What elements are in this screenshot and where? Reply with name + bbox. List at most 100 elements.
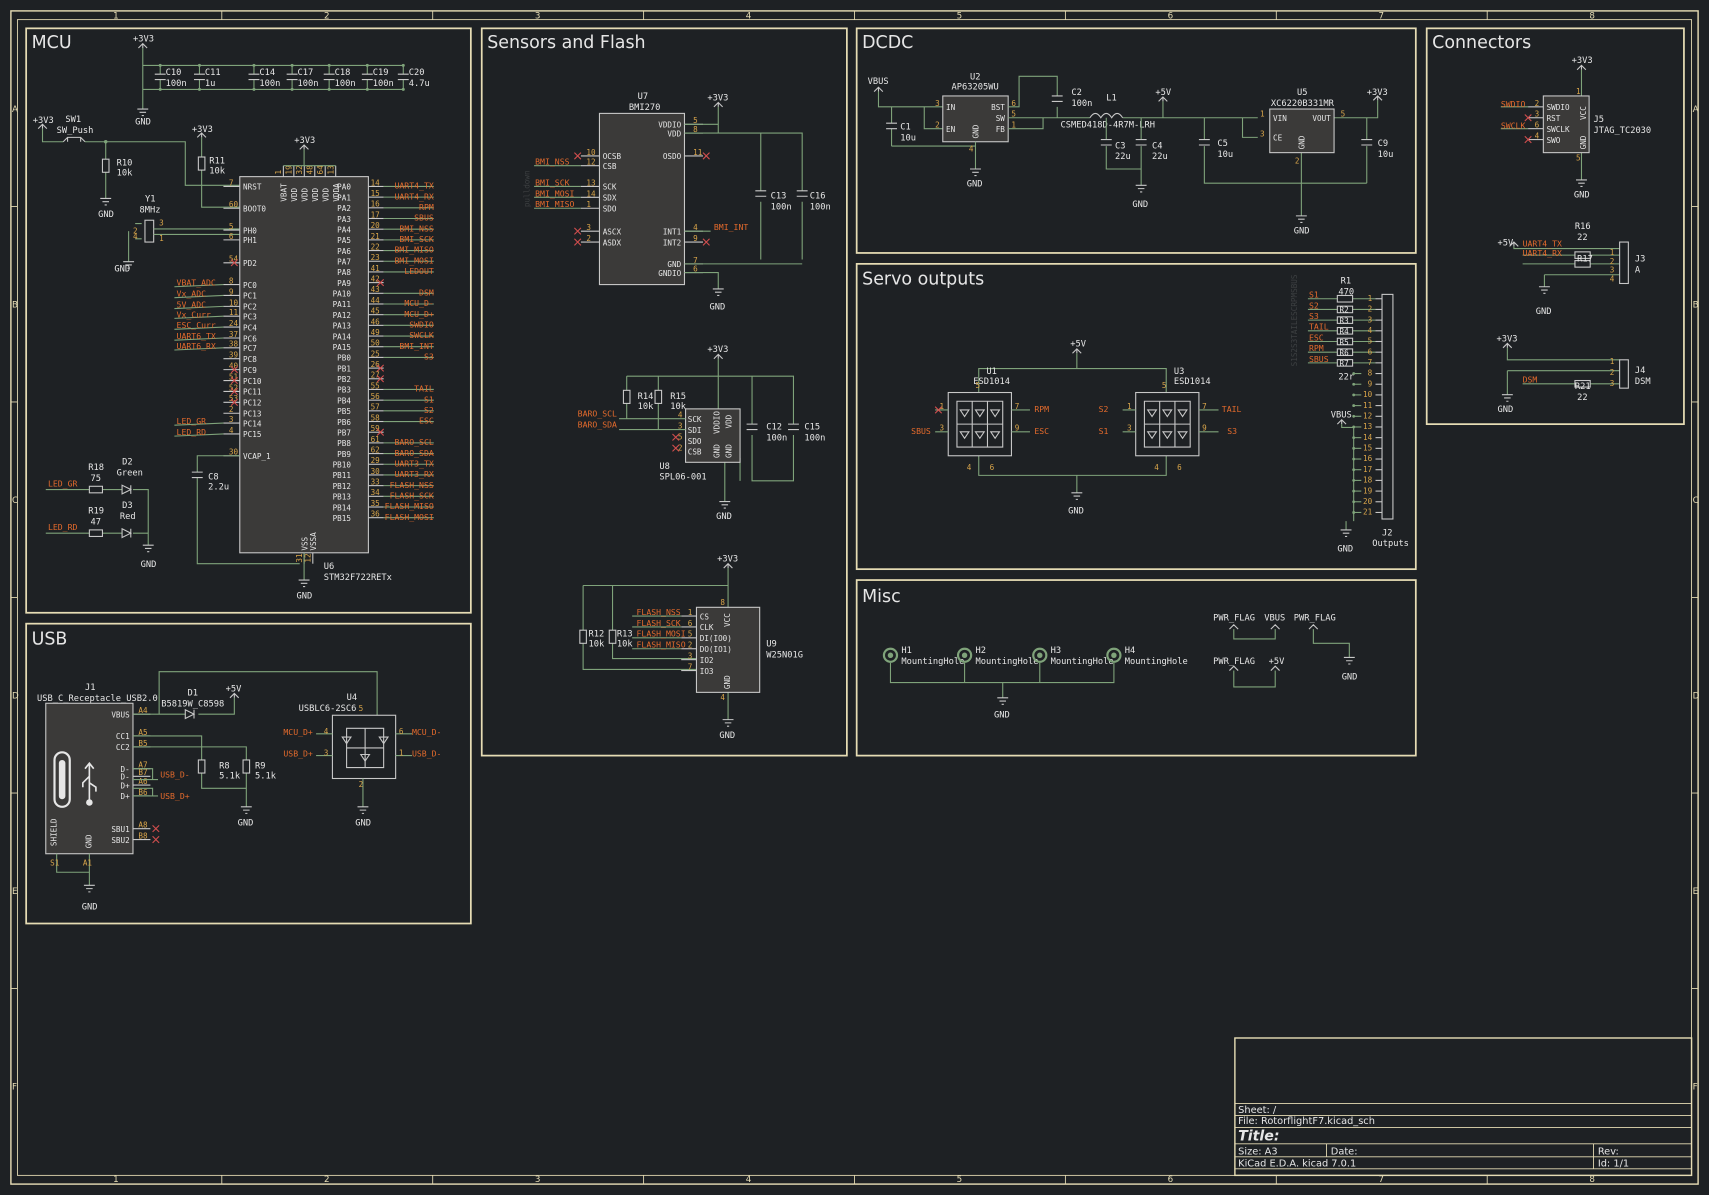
svg-text:GND: GND (1068, 507, 1084, 517)
svg-text:22: 22 (1577, 233, 1587, 243)
u6-pin-number: 42 (371, 275, 380, 284)
svg-text:SWCLK: SWCLK (1501, 121, 1526, 131)
svg-text:PWR_FLAG: PWR_FLAG (1213, 657, 1255, 667)
u6-pin-name: VDD (311, 188, 320, 202)
servo-net-label: TAIL (1309, 322, 1329, 332)
u6-pin-name: PA6 (337, 247, 351, 256)
svg-text:GND: GND (1498, 405, 1514, 415)
u2-pin-name: FB (996, 125, 1006, 134)
svg-text:4: 4 (1154, 463, 1159, 472)
svg-text:VBUS: VBUS (1331, 411, 1352, 421)
svg-text:10u: 10u (1378, 150, 1394, 160)
u6-pin-name: PC6 (243, 334, 257, 343)
j1-pin-number: B8 (138, 831, 148, 840)
cap-ref: C11 (205, 68, 221, 78)
svg-text:Y1: Y1 (145, 195, 155, 205)
svg-text:4: 4 (967, 463, 972, 472)
u6-net-label: BMI_MOSI (394, 255, 433, 265)
svg-text:USB_D+: USB_D+ (283, 749, 313, 759)
svg-text:22: 22 (1577, 393, 1587, 403)
u6-pin-number: 4 (229, 426, 234, 435)
u6-pin-name: PC8 (243, 355, 257, 364)
svg-text:A1: A1 (83, 859, 93, 868)
u2-pin-name: BST (991, 103, 1005, 112)
svg-text:22u: 22u (1152, 152, 1168, 162)
cap-value: 4.7u (409, 79, 430, 89)
title-block-title: Title: (1238, 1128, 1279, 1144)
u8-pin-name: SDI (688, 426, 702, 435)
j2-pin-number: 11 (1363, 401, 1373, 410)
u6-pin-number: 55 (371, 381, 380, 390)
svg-text:S1: S1 (1099, 426, 1109, 436)
j1-pin-name: CC1 (116, 732, 130, 741)
j5-pin-name: SWCLK (1547, 125, 1570, 134)
u6-pin-name: PH0 (243, 226, 257, 235)
ruler-row-label: D (12, 692, 19, 702)
u6-pin-number: 30 (371, 467, 381, 476)
u6-pin-number: 5 (229, 222, 234, 231)
u9-net-label: FLASH_SCK (637, 618, 681, 628)
u6-pin-name: PA15 (333, 343, 351, 352)
u6-pin-name: PC7 (243, 344, 257, 353)
u6-pin-name: PB14 (333, 503, 352, 512)
u6-net-label: Vx_Curr (177, 309, 211, 319)
u6-net-label: ESC (419, 416, 434, 426)
ruler-column-label: 6 (1168, 12, 1174, 22)
svg-text:C15: C15 (804, 423, 820, 433)
u6-pin-name: VDD (301, 188, 310, 202)
svg-text:GND: GND (114, 264, 130, 274)
svg-text:100n: 100n (771, 202, 792, 212)
u6-pin-number: 1 (274, 169, 283, 174)
u6-pin-number: 19 (285, 165, 294, 175)
ruler-column-label: 8 (1589, 12, 1595, 22)
svg-text:GND: GND (296, 592, 312, 602)
ruler-column-label: 3 (535, 12, 541, 22)
u6-pin-name: PA7 (337, 258, 351, 267)
svg-text:1: 1 (1610, 248, 1615, 257)
u6-pin-name: PA10 (333, 290, 352, 299)
u6-pin-name: PA1 (337, 193, 351, 202)
u5-pin-name: VIN (1273, 114, 1287, 123)
u6-pin-name: PA2 (337, 204, 351, 213)
u6-net-label: BMI_INT (399, 341, 433, 351)
title-block-id: Id: 1/1 (1598, 1159, 1629, 1170)
servo-resistor-ref: R6 (1340, 348, 1350, 357)
svg-text:R9: R9 (255, 762, 265, 772)
u6-pin-name: NRST (243, 183, 262, 192)
svg-text:PWR_FLAG: PWR_FLAG (1294, 613, 1336, 623)
j1-pin-number: A8 (138, 821, 148, 830)
svg-text:STM32F722RETx: STM32F722RETx (324, 573, 392, 583)
u6-pin-number: 48 (306, 165, 315, 175)
j2-pin-number: 21 (1363, 508, 1373, 517)
svg-text:R21: R21 (1575, 382, 1591, 392)
svg-text:C16: C16 (810, 191, 826, 201)
ruler-column-label: 6 (1168, 1175, 1174, 1185)
u9-pin-number: 7 (688, 662, 693, 671)
svg-text:5: 5 (359, 704, 364, 713)
mounting-hole-ref: H2 (975, 646, 985, 656)
svg-text:10u: 10u (900, 134, 916, 144)
svg-text:SPL06-001: SPL06-001 (659, 473, 706, 483)
u2-pin-name: IN (946, 103, 956, 112)
ruler-row-label: B (12, 300, 18, 310)
u5-pin-number: 5 (1341, 110, 1346, 119)
u6-net-label: S3 (424, 352, 434, 362)
svg-text:R1: R1 (1341, 276, 1351, 286)
u5-pin-number: 2 (1295, 157, 1300, 166)
svg-text:U5: U5 (1297, 88, 1307, 98)
svg-text:PWR_FLAG: PWR_FLAG (1213, 613, 1255, 623)
svg-text:6: 6 (990, 463, 995, 472)
u6-pin-name: PA4 (337, 225, 351, 234)
svg-text:GND: GND (1337, 545, 1353, 555)
u6-net-label: RPM (419, 202, 434, 212)
u6-net-label: SWCLK (409, 330, 434, 340)
u6-pin-name: PC0 (243, 281, 257, 290)
u6-net-label: SBUS (414, 213, 434, 223)
j2-pin-number: 7 (1368, 358, 1373, 367)
u6-net-label: TAIL (414, 384, 434, 394)
u6-pin-number: 38 (229, 340, 239, 349)
u6-pin-name: PC11 (243, 388, 262, 397)
svg-text:USB_D+: USB_D+ (160, 791, 190, 801)
svg-text:R16: R16 (1575, 222, 1591, 232)
svg-text:2.2u: 2.2u (208, 483, 229, 493)
